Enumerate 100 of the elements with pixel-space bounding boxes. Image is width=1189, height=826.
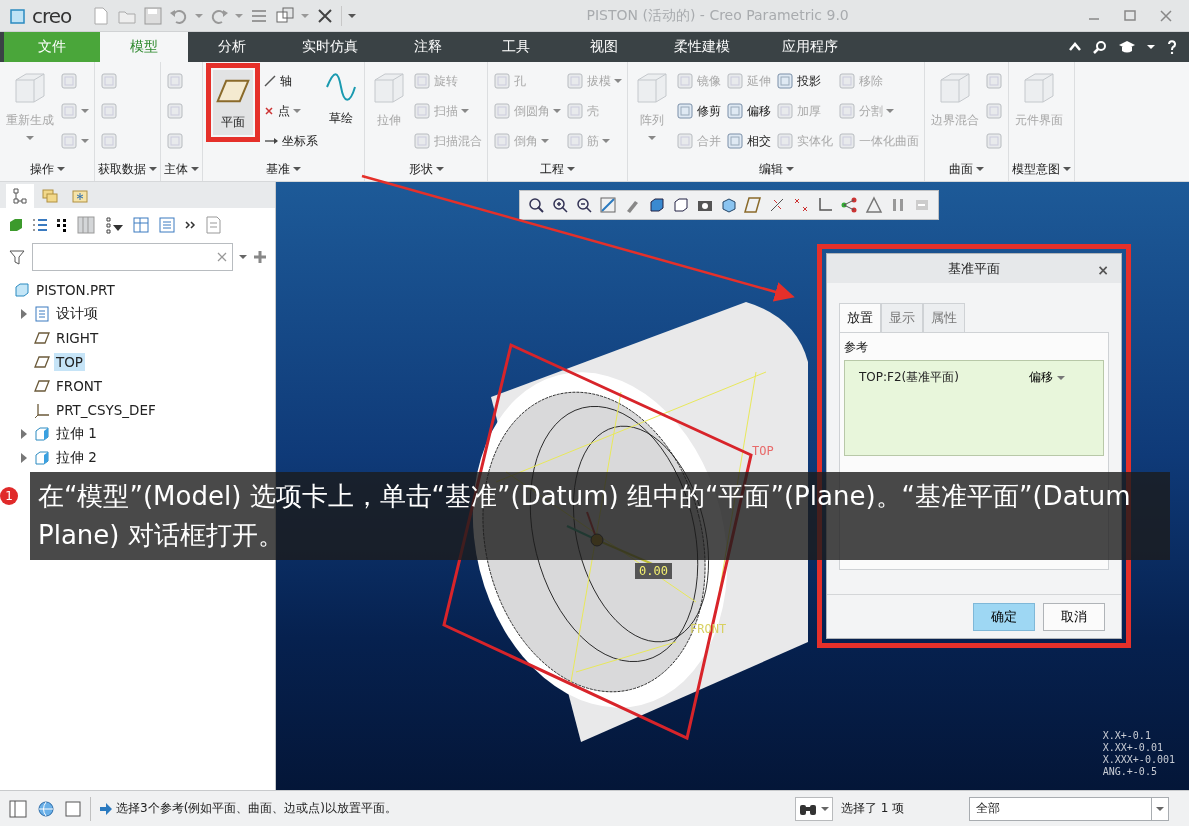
caret-icon[interactable] bbox=[149, 166, 157, 172]
status-message: 选择3个参考(例如平面、曲面、边或点)以放置平面。 bbox=[116, 800, 397, 817]
caret-icon[interactable] bbox=[239, 254, 247, 260]
ribbon-tab[interactable]: 分析 bbox=[188, 32, 276, 62]
dialog-tab[interactable]: 属性 bbox=[923, 303, 965, 333]
ribbon-tab[interactable]: 工具 bbox=[472, 32, 560, 62]
search-field[interactable] bbox=[32, 243, 233, 271]
cube-outline-icon[interactable] bbox=[671, 196, 690, 214]
selection-count: 选择了 1 项 bbox=[841, 800, 906, 817]
collapsed-arrow-icon[interactable] bbox=[20, 453, 28, 463]
find-dropdown[interactable] bbox=[795, 796, 833, 821]
triangle-icon[interactable] bbox=[864, 196, 883, 214]
filter-dropdown[interactable]: 全部 bbox=[969, 796, 1169, 821]
ribbon-button[interactable]: 草绘 bbox=[321, 66, 361, 131]
chevron-up-icon[interactable] bbox=[1069, 41, 1081, 53]
tree-item[interactable]: 拉伸 1 bbox=[54, 424, 99, 444]
tree-item[interactable]: 拉伸 2 bbox=[54, 448, 99, 468]
square-icon[interactable] bbox=[64, 799, 82, 818]
collapsed-arrow-icon[interactable] bbox=[20, 429, 28, 439]
group-label: 获取数据 bbox=[98, 160, 146, 178]
ribbon-tab[interactable]: 实时仿真 bbox=[276, 32, 384, 62]
node-link-icon[interactable] bbox=[840, 196, 859, 214]
ribbon-button[interactable]: 偏移 bbox=[724, 96, 773, 126]
caret-icon[interactable] bbox=[56, 166, 65, 172]
dialog-tab[interactable]: 放置 bbox=[839, 303, 881, 333]
tree-filter-icon[interactable] bbox=[104, 216, 124, 234]
square-icon[interactable] bbox=[726, 102, 744, 120]
caret-icon[interactable] bbox=[1147, 44, 1155, 50]
form-icon[interactable] bbox=[158, 216, 176, 234]
tree-item[interactable]: FRONT bbox=[54, 377, 105, 395]
tree-structure-icon[interactable] bbox=[11, 187, 29, 205]
caret-icon[interactable] bbox=[1156, 805, 1164, 812]
caret-icon[interactable] bbox=[435, 166, 444, 172]
csys-display-icon[interactable] bbox=[816, 196, 835, 214]
tree-item[interactable]: RIGHT bbox=[54, 329, 101, 347]
ribbon-tab[interactable]: 注释 bbox=[384, 32, 472, 62]
solid-cube-icon[interactable] bbox=[8, 217, 24, 233]
slash-icon[interactable] bbox=[263, 74, 277, 88]
square-icon[interactable] bbox=[776, 72, 794, 90]
reframe-icon[interactable] bbox=[599, 196, 618, 214]
dot-grid-icon[interactable] bbox=[56, 217, 68, 233]
tree-item[interactable]: 设计项 bbox=[54, 304, 100, 324]
search-icon[interactable] bbox=[1093, 40, 1107, 54]
globe-icon[interactable] bbox=[36, 798, 56, 819]
axes-icon bbox=[34, 402, 50, 418]
table-icon[interactable] bbox=[132, 216, 150, 234]
ribbon-tab[interactable]: 视图 bbox=[560, 32, 648, 62]
caret-icon[interactable] bbox=[348, 12, 357, 19]
zoom-fit-icon[interactable] bbox=[527, 196, 546, 214]
caret-icon[interactable] bbox=[821, 805, 829, 812]
square-icon[interactable] bbox=[726, 132, 744, 150]
plus-icon[interactable] bbox=[253, 250, 267, 264]
arrow-icon bbox=[99, 801, 113, 816]
square-icon[interactable] bbox=[676, 102, 694, 120]
dialog-button[interactable]: 取消 bbox=[1043, 602, 1105, 631]
close-button[interactable]: × bbox=[1093, 262, 1113, 278]
dialog-button[interactable]: 确定 bbox=[973, 602, 1035, 631]
caret-icon[interactable] bbox=[1063, 166, 1071, 172]
ribbon-button[interactable]: 修剪 bbox=[674, 96, 723, 126]
ribbon-button[interactable]: 轴 bbox=[261, 66, 320, 96]
tree-item[interactable]: PISTON.PRT bbox=[34, 281, 117, 299]
zoom-out-icon[interactable] bbox=[575, 196, 594, 214]
ribbon-button[interactable]: 坐标系 bbox=[261, 126, 320, 156]
ribbon-tab[interactable]: 柔性建模 bbox=[648, 32, 756, 62]
sine-wave-icon[interactable] bbox=[324, 70, 358, 104]
collapsed-arrow-icon[interactable] bbox=[20, 309, 28, 319]
plane-display-icon[interactable] bbox=[744, 196, 763, 214]
group-label: 编辑 bbox=[758, 160, 783, 178]
zoom-in-icon[interactable] bbox=[551, 196, 570, 214]
ribbon-tab[interactable]: 应用程序 bbox=[756, 32, 864, 62]
ribbon-button[interactable]: 投影 bbox=[774, 66, 835, 96]
filter-icon[interactable] bbox=[8, 248, 26, 266]
list-icon[interactable] bbox=[32, 217, 48, 233]
ribbon-button[interactable]: 点 bbox=[261, 96, 320, 126]
caret-icon[interactable] bbox=[976, 166, 984, 172]
double-chevron-icon[interactable] bbox=[184, 219, 196, 231]
caret-icon[interactable] bbox=[191, 166, 199, 172]
ribbon-tab[interactable]: 模型 bbox=[100, 32, 188, 62]
graduation-cap-icon[interactable] bbox=[1119, 40, 1135, 54]
help-icon[interactable] bbox=[1167, 40, 1177, 54]
view-cube-icon[interactable] bbox=[719, 196, 738, 214]
windows-icon[interactable] bbox=[275, 5, 296, 26]
columns-icon[interactable] bbox=[76, 215, 96, 235]
stacked-folders-icon[interactable] bbox=[41, 187, 59, 205]
tree-item[interactable]: TOP bbox=[54, 353, 85, 371]
constraint-dropdown[interactable]: 偏移 bbox=[1029, 369, 1065, 387]
notes-icon[interactable] bbox=[204, 215, 222, 235]
shaded-cube-icon[interactable] bbox=[647, 196, 666, 214]
dialog-tab[interactable]: 显示 bbox=[881, 303, 923, 333]
cube-icon bbox=[8, 6, 26, 25]
tree-item[interactable]: PRT_CSYS_DEF bbox=[54, 401, 158, 419]
ribbon-button[interactable]: 相交 bbox=[724, 126, 773, 156]
caret-icon[interactable] bbox=[785, 166, 794, 172]
panel-layout-icon[interactable] bbox=[8, 798, 28, 819]
clear-icon[interactable] bbox=[216, 251, 228, 263]
reference-list[interactable]: TOP:F2(基准平面) 偏移 bbox=[844, 360, 1104, 457]
caret-icon[interactable] bbox=[567, 166, 575, 172]
caret-icon[interactable] bbox=[293, 166, 301, 172]
cross-mark-icon[interactable] bbox=[263, 105, 275, 117]
starred-folder-icon[interactable] bbox=[71, 187, 89, 205]
